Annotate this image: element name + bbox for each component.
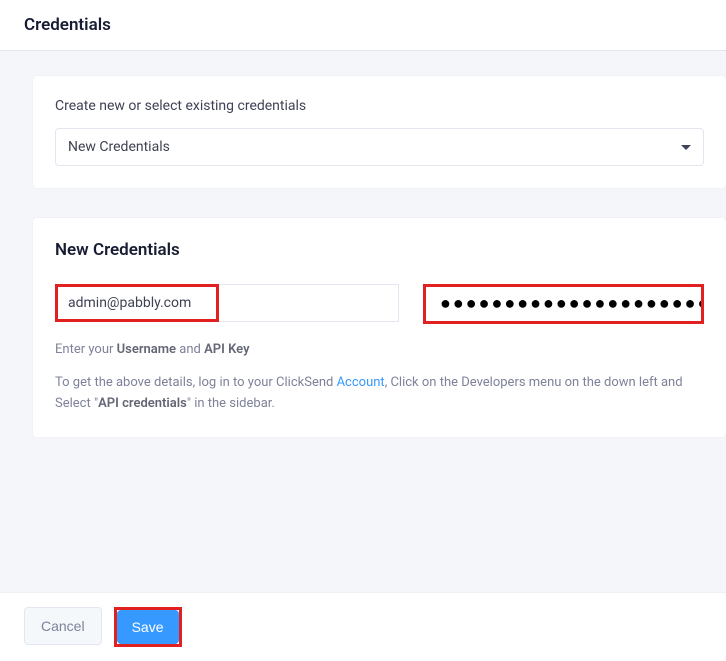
footer-actions: Cancel Save <box>0 592 726 661</box>
credentials-input-row: admin@pabbly.com ●●●●●●●●●●●●●●●●●●●●●●●… <box>55 284 704 324</box>
selector-label: Create new or select existing credential… <box>55 98 704 114</box>
help-text: Enter your Username and API Key <box>55 342 704 357</box>
apikey-masked-value: ●●●●●●●●●●●●●●●●●●●●●●●●●●●●●●●● <box>440 295 704 313</box>
form-title: New Credentials <box>55 240 704 260</box>
username-input[interactable]: admin@pabbly.com <box>55 284 219 322</box>
cancel-button[interactable]: Cancel <box>24 607 102 645</box>
new-credentials-card: New Credentials admin@pabbly.com ●●●●●●●… <box>33 218 726 437</box>
dropdown-selected-text: New Credentials <box>68 139 170 155</box>
credentials-dropdown[interactable]: New Credentials <box>55 128 704 166</box>
page-header: Credentials <box>0 0 726 51</box>
save-button-highlight: Save <box>114 607 182 647</box>
account-link[interactable]: Account <box>337 375 385 390</box>
username-input-extension[interactable] <box>219 284 399 322</box>
content-area: Create new or select existing credential… <box>0 51 726 437</box>
apikey-input[interactable]: ●●●●●●●●●●●●●●●●●●●●●●●●●●●●●●●● <box>423 284 704 324</box>
username-field-group: admin@pabbly.com <box>55 284 399 322</box>
chevron-down-icon <box>681 145 691 150</box>
save-button[interactable]: Save <box>117 610 179 644</box>
info-text: To get the above details, log in to your… <box>55 373 704 415</box>
page-title: Credentials <box>24 15 702 35</box>
credentials-selector-card: Create new or select existing credential… <box>33 76 726 188</box>
